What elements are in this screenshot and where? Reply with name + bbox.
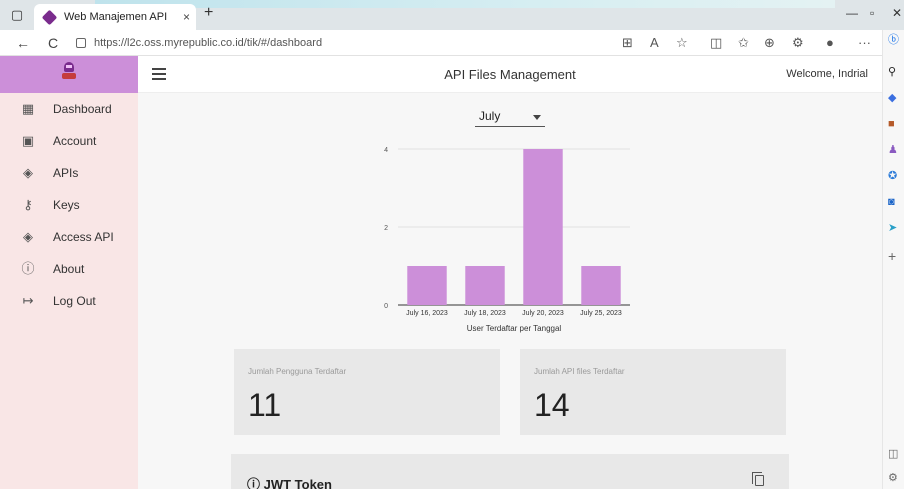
split-screen-icon[interactable]: ◫ [710, 35, 722, 51]
reload-icon[interactable]: C [48, 34, 58, 52]
chevron-down-icon [533, 115, 541, 120]
x-tick-label: July 20, 2023 [522, 310, 564, 317]
site-info-icon[interactable] [76, 38, 86, 48]
sidebar-item-logout[interactable]: ↦ Log Out [0, 285, 138, 317]
site-favicon-icon [41, 9, 58, 26]
favorites-icon[interactable]: ✩ [738, 35, 749, 51]
jwt-token-title: ⓘ JWT Token [247, 477, 332, 489]
x-tick-label: July 18, 2023 [464, 310, 506, 317]
collections-icon[interactable]: ⊕ [764, 35, 775, 51]
close-window-icon[interactable]: ✕ [892, 6, 902, 20]
copilot-icon[interactable]: ⓑ [888, 34, 899, 46]
restore-icon[interactable]: ▫ [870, 6, 874, 20]
add-sidebar-app-icon[interactable]: + [888, 249, 896, 263]
sidebar-item-apis[interactable]: ◈ APIs [0, 157, 138, 189]
month-select-value: July [479, 109, 501, 123]
sidebar-item-keys[interactable]: ⚷ Keys [0, 189, 138, 221]
users-count-label: Jumlah Pengguna Terdaftar [248, 367, 347, 376]
app-logo-icon [62, 62, 76, 80]
dashboard-icon: ▦ [21, 101, 35, 116]
sidebar-item-label: Log Out [53, 294, 96, 308]
app-sidebar: ▦ Dashboard ▣ Account ◈ APIs ⚷ Keys ◈ Ac… [0, 56, 138, 489]
chart-bar [523, 149, 563, 305]
outlook-icon[interactable]: ◙ [888, 196, 895, 208]
sidebar-item-dashboard[interactable]: ▦ Dashboard [0, 93, 138, 125]
sidebar-item-label: About [53, 262, 85, 276]
info-icon: ⓘ [21, 261, 35, 276]
url-field[interactable]: https://l2c.oss.myrepublic.co.id/tik/#/d… [94, 30, 322, 56]
minimize-icon[interactable]: — [846, 6, 858, 20]
users-count-card: Jumlah Pengguna Terdaftar 11 [234, 349, 500, 435]
sidebar-header [0, 56, 138, 93]
tab-close-icon[interactable]: × [183, 4, 190, 30]
sidebar-menu: ▦ Dashboard ▣ Account ◈ APIs ⚷ Keys ◈ Ac… [0, 93, 138, 317]
x-tick-label: July 16, 2023 [406, 310, 448, 317]
sidebar-item-label: APIs [53, 166, 79, 180]
apis-count-label: Jumlah API files Terdaftar [534, 367, 625, 376]
month-select[interactable]: July [475, 107, 545, 127]
chart-bar [407, 266, 447, 305]
x-axis-label: User Terdaftar per Tanggal [467, 324, 562, 333]
welcome-text: Welcome, Indrial [786, 68, 868, 80]
logout-icon: ↦ [22, 293, 34, 308]
chart-bar [581, 266, 621, 305]
dashboard-main: July 0 2 4 July 16, 2023 July 18, 2023 July 2… [138, 93, 882, 489]
y-tick-label: 2 [384, 225, 388, 232]
api-icon: ◈ [23, 165, 33, 180]
sidebar-item-label: Access API [53, 230, 114, 244]
api-icon: ◈ [23, 229, 33, 244]
extensions-icon[interactable]: ⚙ [792, 35, 804, 51]
apis-count-card: Jumlah API files Terdaftar 14 [520, 349, 786, 435]
hide-sidebar-icon[interactable]: ◫ [888, 448, 898, 460]
y-tick-label: 4 [384, 147, 388, 154]
chart-bar [465, 266, 505, 305]
address-bar: ← C https://l2c.oss.myrepublic.co.id/tik… [0, 30, 882, 56]
sidebar-item-account[interactable]: ▣ Account [0, 125, 138, 157]
sidebar-item-label: Account [53, 134, 97, 148]
sidebar-item-access-api[interactable]: ◈ Access API [0, 221, 138, 253]
back-icon[interactable]: ← [16, 34, 30, 52]
app-header: API Files Management Welcome, Indrial [138, 56, 882, 93]
menu-toggle-icon[interactable] [152, 68, 166, 80]
page-title: API Files Management [444, 67, 576, 82]
sidebar-item-about[interactable]: ⓘ About [0, 253, 138, 285]
search-icon[interactable]: ⚲ [888, 66, 896, 78]
games-icon[interactable]: ♟ [888, 144, 898, 156]
shopping-tag-icon[interactable]: ◆ [888, 92, 896, 104]
jwt-token-panel: ⓘ JWT Token [231, 454, 789, 489]
tab-actions-icon[interactable]: ▢ [8, 6, 26, 24]
sidebar-item-label: Dashboard [53, 102, 112, 116]
registration-bar-chart: 0 2 4 July 16, 2023 July 18, 2023 July 20, 20… [384, 147, 630, 333]
tools-briefcase-icon[interactable]: ■ [888, 118, 895, 130]
account-icon: ▣ [21, 133, 35, 148]
drop-icon[interactable]: ➤ [888, 222, 897, 234]
y-tick-label: 0 [384, 303, 388, 310]
profile-icon[interactable]: ● [826, 35, 834, 51]
favorite-star-icon[interactable]: ☆ [676, 35, 688, 51]
tab-title: Web Manajemen API [64, 11, 168, 23]
browser-tab[interactable]: Web Manajemen API × [34, 4, 196, 30]
key-icon: ⚷ [23, 197, 33, 212]
users-count-value: 11 [248, 387, 282, 423]
edge-sidebar: ⓑ ⚲ ◆ ■ ♟ ✪ ◙ ➤ + ◫ ⚙ [882, 30, 904, 489]
app-available-icon[interactable]: ⊞ [622, 35, 633, 51]
apis-count-value: 14 [534, 387, 570, 423]
sidebar-settings-icon[interactable]: ⚙ [888, 472, 898, 484]
new-tab-icon[interactable]: + [204, 4, 213, 22]
microsoft365-icon[interactable]: ✪ [888, 170, 897, 182]
copy-icon[interactable] [752, 472, 764, 486]
read-aloud-icon[interactable]: A [650, 35, 659, 51]
browser-tab-bar: ▢ Web Manajemen API × + — ▫ ✕ [0, 0, 904, 30]
x-tick-label: July 25, 2023 [580, 310, 622, 317]
more-menu-icon[interactable]: ··· [858, 35, 871, 51]
sidebar-item-label: Keys [53, 198, 80, 212]
